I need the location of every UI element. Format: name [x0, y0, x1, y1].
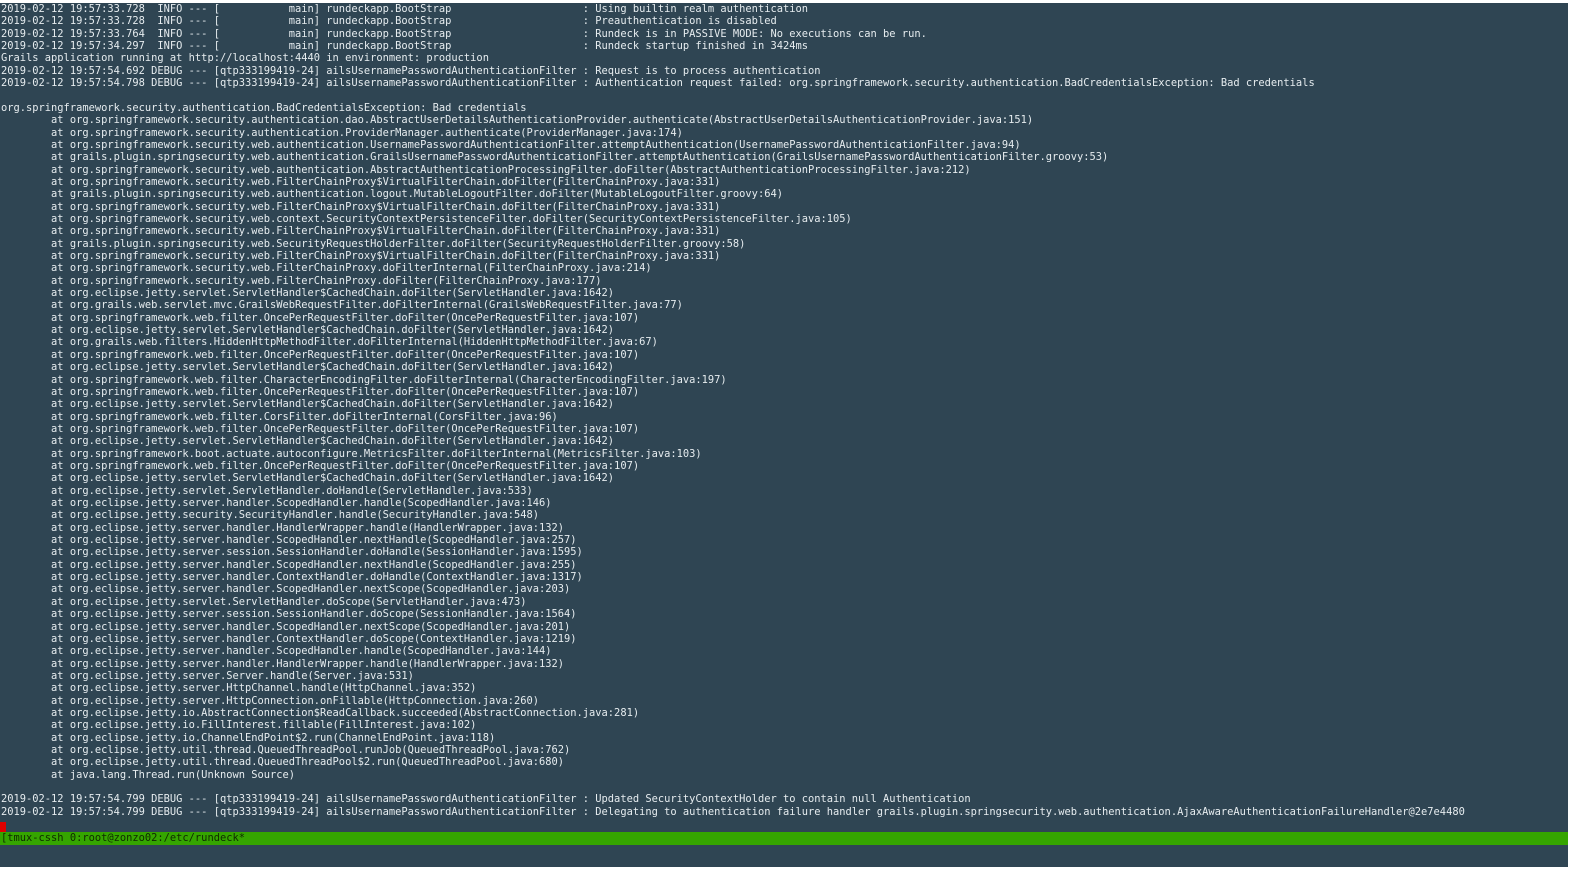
log-line: at org.eclipse.jetty.servlet.ServletHand… [1, 484, 533, 497]
log-line: at org.eclipse.jetty.server.handler.Cont… [1, 632, 577, 645]
log-line: 2019-02-12 19:57:54.692 DEBUG --- [qtp33… [1, 64, 821, 77]
log-line: at org.eclipse.jetty.server.session.Sess… [1, 546, 583, 559]
log-line: at org.springframework.web.filter.Charac… [1, 373, 727, 386]
log-line: at org.springframework.security.authenti… [1, 114, 1034, 127]
log-line: at org.springframework.web.filter.OncePe… [1, 311, 640, 324]
log-line: at org.eclipse.jetty.server.handler.Scop… [1, 645, 552, 658]
log-line: at org.eclipse.jetty.server.handler.Scop… [1, 583, 571, 596]
log-line: at org.eclipse.jetty.io.AbstractConnecti… [1, 706, 640, 719]
log-line: at org.springframework.security.web.cont… [1, 212, 852, 225]
log-line: at java.lang.Thread.run(Unknown Source) [1, 768, 296, 781]
log-line: at org.eclipse.jetty.server.handler.Hand… [1, 657, 565, 670]
log-line: at org.eclipse.jetty.security.SecurityHa… [1, 509, 539, 522]
log-line: at org.eclipse.jetty.server.Server.handl… [1, 669, 414, 682]
terminal-window[interactable]: 2019-02-12 19:57:33.728 INFO --- [ main]… [0, 3, 1568, 867]
log-line: 2019-02-12 19:57:54.799 DEBUG --- [qtp33… [1, 805, 1465, 818]
log-line: at org.eclipse.jetty.util.thread.QueuedT… [1, 756, 565, 769]
log-line: at org.springframework.security.web.Filt… [1, 225, 721, 238]
log-line: at org.eclipse.jetty.servlet.ServletHand… [1, 398, 615, 411]
tmux-window-title: [tmux-cssh 0:root@zonzo02:/etc/rundeck* [1, 832, 245, 844]
log-line: at org.springframework.web.filter.OncePe… [1, 348, 640, 361]
log-line: at org.eclipse.jetty.server.handler.Hand… [1, 521, 565, 534]
log-line: at org.eclipse.jetty.servlet.ServletHand… [1, 324, 615, 337]
tmux-status-bar: [tmux-cssh 0:root@zonzo02:/etc/rundeck* [0, 832, 1568, 845]
log-line: at org.eclipse.jetty.server.HttpChannel.… [1, 682, 477, 695]
log-line: at org.springframework.security.web.auth… [1, 163, 971, 176]
log-line: at org.eclipse.jetty.io.ChannelEndPoint$… [1, 731, 496, 744]
log-line: 2019-02-12 19:57:33.728 INFO --- [ main]… [1, 15, 777, 28]
log-line: at org.eclipse.jetty.io.FillInterest.fil… [1, 719, 477, 732]
log-line: at org.eclipse.jetty.servlet.ServletHand… [1, 472, 615, 485]
log-line: at org.springframework.security.web.Filt… [1, 175, 721, 188]
log-line: at org.springframework.security.web.Filt… [1, 262, 652, 275]
log-line: at org.eclipse.jetty.servlet.ServletHand… [1, 435, 615, 448]
log-line: at org.eclipse.jetty.util.thread.QueuedT… [1, 744, 571, 756]
log-line: at org.eclipse.jetty.servlet.ServletHand… [1, 595, 527, 608]
log-line: 2019-02-12 19:57:54.799 DEBUG --- [qtp33… [1, 793, 971, 806]
log-line: Grails application running at http://loc… [1, 52, 489, 65]
log-line: at org.springframework.web.filter.OncePe… [1, 459, 640, 472]
log-line: at grails.plugin.springsecurity.web.auth… [1, 188, 783, 201]
log-line: at org.springframework.security.web.Filt… [1, 200, 721, 213]
log-line: at org.eclipse.jetty.server.handler.Scop… [1, 534, 577, 547]
log-line: at org.grails.web.filters.HiddenHttpMeth… [1, 336, 658, 349]
log-line: 2019-02-12 19:57:34.297 INFO --- [ main]… [1, 40, 808, 53]
log-line: at grails.plugin.springsecurity.web.auth… [1, 151, 1109, 164]
log-line: at org.springframework.boot.actuate.auto… [1, 447, 702, 460]
log-line: at org.eclipse.jetty.server.session.Sess… [1, 608, 577, 621]
log-line: at org.springframework.security.authenti… [1, 126, 683, 139]
log-line: at org.eclipse.jetty.server.handler.Scop… [1, 558, 577, 571]
log-line: at org.springframework.security.web.Filt… [1, 274, 602, 287]
log-line: at org.springframework.security.web.auth… [1, 138, 1021, 151]
log-line: at org.springframework.web.filter.OncePe… [1, 422, 640, 435]
log-line: at org.springframework.security.web.Filt… [1, 250, 721, 262]
log-line: at org.eclipse.jetty.servlet.ServletHand… [1, 287, 615, 300]
terminal-output[interactable]: 2019-02-12 19:57:33.728 INFO --- [ main]… [0, 3, 1568, 832]
log-line: at org.eclipse.jetty.server.handler.Scop… [1, 497, 552, 509]
log-line: at org.eclipse.jetty.server.handler.Scop… [1, 620, 571, 633]
log-line: 2019-02-12 19:57:33.728 INFO --- [ main]… [1, 3, 808, 15]
log-line: at org.eclipse.jetty.server.HttpConnecti… [1, 694, 539, 707]
log-line: at org.springframework.web.filter.OncePe… [1, 385, 640, 398]
log-line: 2019-02-12 19:57:54.798 DEBUG --- [qtp33… [1, 77, 1315, 90]
log-line: at grails.plugin.springsecurity.web.Secu… [1, 237, 746, 250]
log-line: at org.eclipse.jetty.servlet.ServletHand… [1, 361, 615, 374]
log-line: org.springframework.security.authenticat… [1, 101, 527, 114]
log-line: at org.springframework.web.filter.CorsFi… [1, 410, 558, 423]
log-line: at org.grails.web.servlet.mvc.GrailsWebR… [1, 299, 683, 312]
log-line: 2019-02-12 19:57:33.764 INFO --- [ main]… [1, 27, 927, 40]
log-line: at org.eclipse.jetty.server.handler.Cont… [1, 571, 583, 584]
